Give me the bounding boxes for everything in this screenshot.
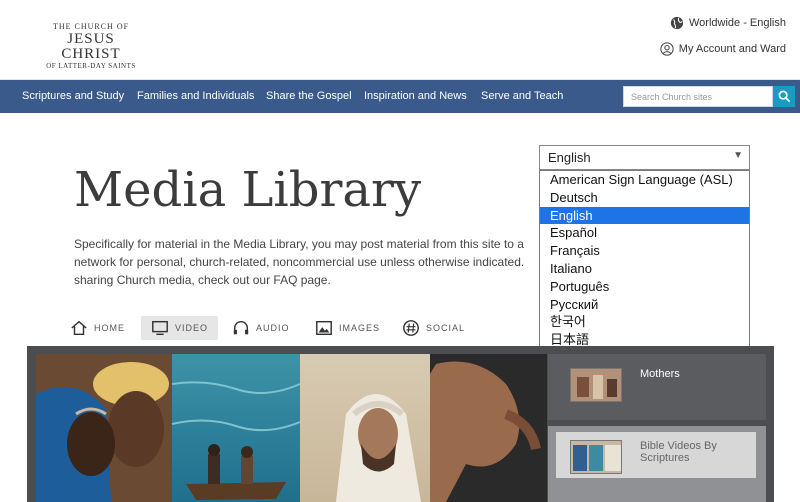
logo-line-3: OF LATTER-DAY SAINTS [46,62,136,70]
chevron-down-icon: ▼ [733,150,743,161]
mothers-thumbnail-image [571,369,621,401]
side-playlist: Mothers Bible Videos By Scriptures [548,354,766,502]
tab-home-label: HOME [94,323,125,333]
image-icon [316,320,332,336]
account-text: My Account and Ward [678,43,786,55]
tab-video[interactable]: VIDEO [141,316,219,340]
search-icon [778,90,790,103]
language-option[interactable]: Italiano [540,260,749,278]
globe-icon [670,16,684,30]
church-logo[interactable]: THE CHURCH OF JESUS CHRIST OF LATTER-DAY… [36,22,146,71]
language-select[interactable]: English ▼ [539,145,750,170]
card-bible-videos[interactable]: Bible Videos By Scriptures [548,426,766,502]
user-icon [660,42,674,56]
home-icon [71,320,87,336]
language-option[interactable]: 한국어 [540,313,749,331]
tab-images-label: IMAGES [339,323,381,333]
intro-text: Specifically for material in the Media L… [74,237,525,287]
nav-item-serve-teach[interactable]: Serve and Teach [481,90,563,102]
tab-audio[interactable]: AUDIO [232,316,290,340]
language-option[interactable]: Português [540,278,749,296]
bible-videos-thumbnail-image [571,441,621,473]
nav-item-scriptures[interactable]: Scriptures and Study [22,90,124,102]
language-option[interactable]: Español [540,224,749,242]
language-option[interactable]: Deutsch [540,189,749,207]
nav-item-inspiration[interactable]: Inspiration and News [364,90,467,102]
card-title: Bible Videos By Scriptures [640,440,717,464]
card-mothers[interactable]: Mothers [548,354,766,420]
card-title: Mothers [640,368,680,380]
tab-video-label: VIDEO [175,323,209,333]
language-option[interactable]: Français [540,242,749,260]
logo-line-2: JESUS CHRIST [61,31,121,62]
tab-social-label: SOCIAL [426,323,466,333]
featured-collage-image [36,354,547,502]
page-title: Media Library [74,162,422,218]
card-thumbnail [570,368,622,402]
search-input[interactable]: Search Church sites [623,86,773,107]
headphones-icon [233,320,249,335]
hashtag-chat-icon [403,320,419,336]
nav-item-share-gospel[interactable]: Share the Gospel [266,90,352,102]
locale-link[interactable]: Worldwide - English [670,16,786,30]
tab-social[interactable]: SOCIAL [402,316,465,340]
locale-text: Worldwide - English [688,17,786,29]
tab-images[interactable]: IMAGES [315,316,380,340]
account-link[interactable]: My Account and Ward [660,42,786,56]
featured-video-image[interactable] [36,354,547,502]
language-option-selected[interactable]: English [540,206,749,225]
language-option[interactable]: American Sign Language (ASL) [540,171,749,189]
search-button[interactable] [773,86,795,107]
nav-item-families[interactable]: Families and Individuals [137,90,254,102]
language-select-value: English [548,150,591,165]
monitor-icon [152,320,168,336]
top-header: THE CHURCH OF JESUS CHRIST OF LATTER-DAY… [0,0,800,80]
language-dropdown-list: American Sign Language (ASL) Deutsch Eng… [539,170,750,351]
card-thumbnail [570,440,622,474]
language-option[interactable]: Русский [540,296,749,314]
tab-audio-label: AUDIO [256,323,290,333]
tab-home[interactable]: HOME [70,316,125,340]
